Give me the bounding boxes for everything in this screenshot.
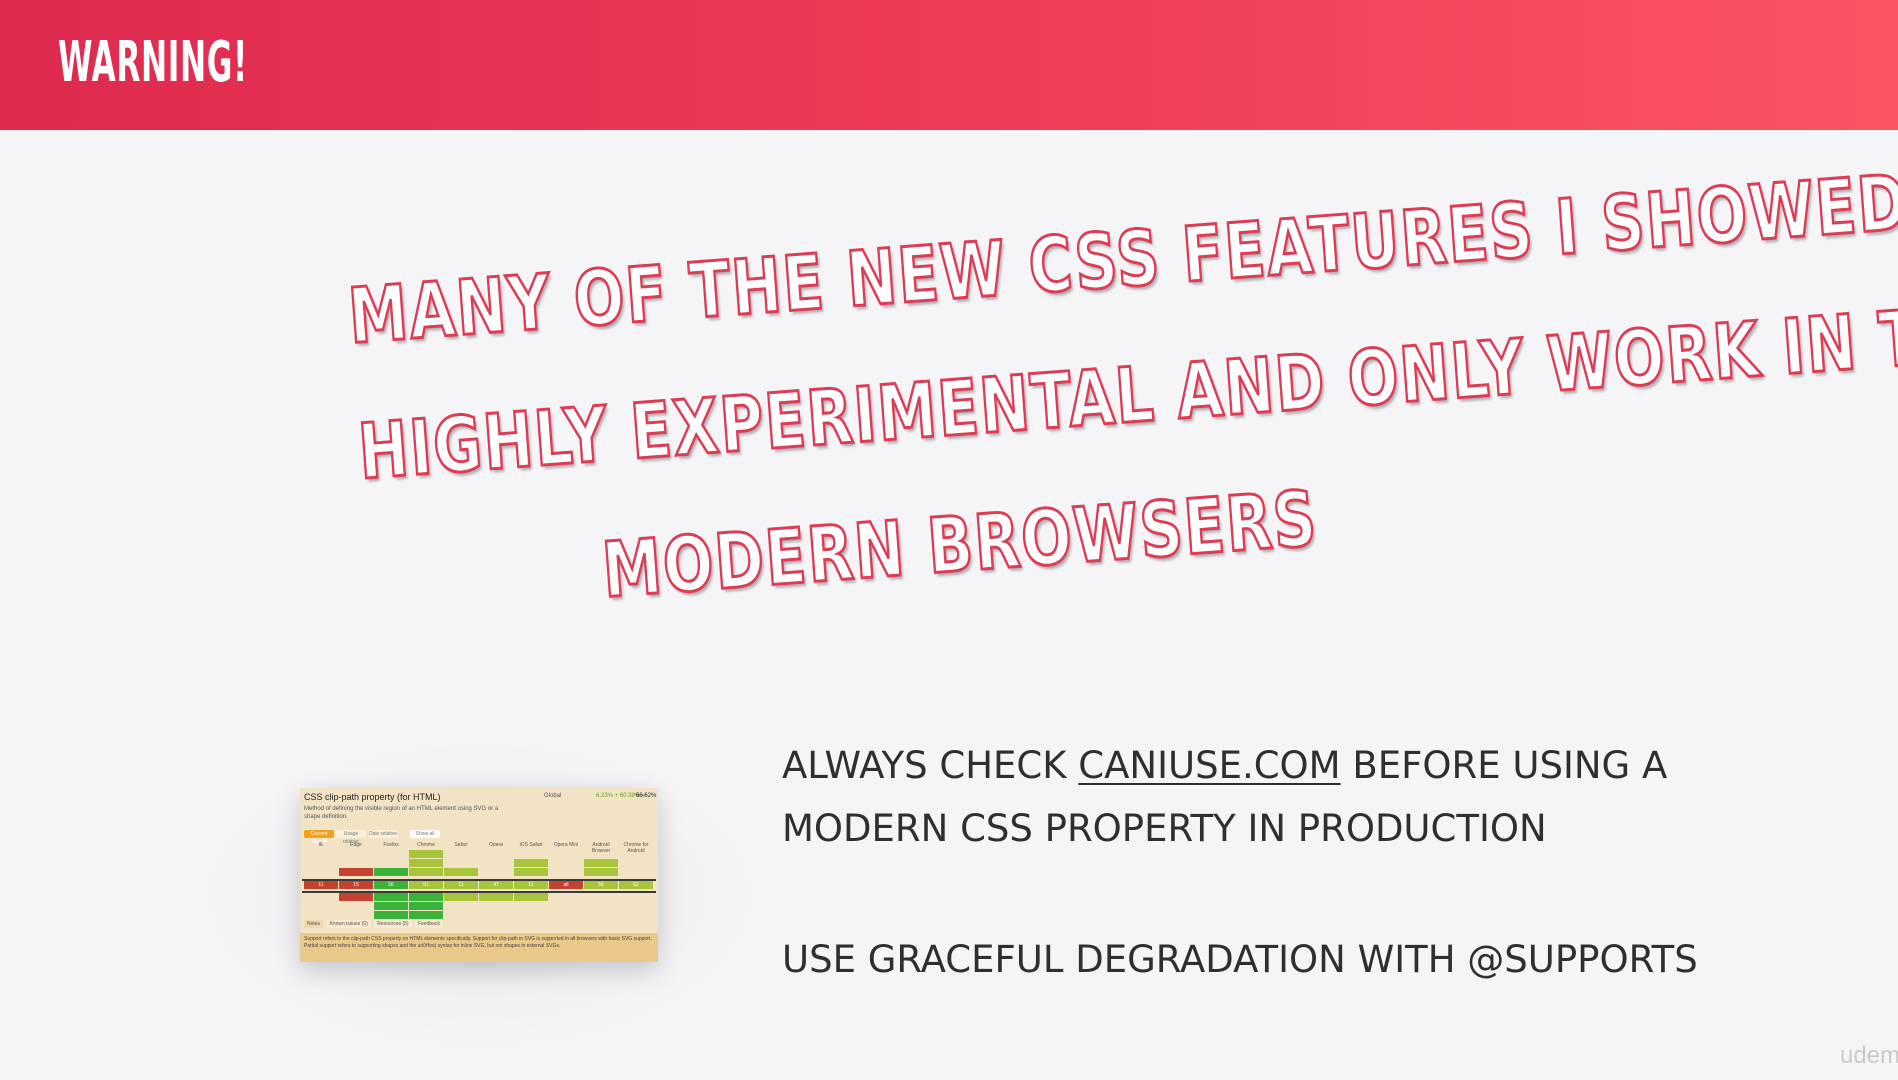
- caniuse-screenshot: CSS clip-path property (for HTML) Method…: [300, 788, 658, 962]
- thumbnail-tab-current: Current aligned: [304, 830, 334, 845]
- support-cell: [584, 868, 618, 876]
- browser-opera: Opera: [489, 842, 503, 848]
- warning-headline: MANY OF THE NEW CSS FEATURES I SHOWED YO…: [177, 132, 1898, 668]
- support-cell: [409, 850, 443, 858]
- supports-tip: USE GRACEFUL DEGRADATION WITH @SUPPORTS: [782, 938, 1698, 981]
- caniuse-tip-line-2: MODERN CSS PROPERTY IN PRODUCTION: [782, 807, 1547, 850]
- support-cell-current: 61: [409, 881, 443, 889]
- support-cell: [409, 911, 443, 919]
- thumbnail-browser-header: IE Edge Firefox Chrome Safari Opera iOS …: [304, 840, 654, 854]
- thumbnail-notes: Support refers to the clip-path CSS prop…: [300, 933, 658, 962]
- browser-ie: IE: [318, 842, 324, 848]
- browser-chrome-android: Chrome for Android: [623, 842, 649, 854]
- support-cell: [409, 893, 443, 901]
- thumbnail-description: Method of defining the visible region of…: [304, 806, 499, 820]
- subtab-resources: Resources (5): [374, 920, 412, 928]
- browser-firefox: Firefox: [383, 842, 399, 848]
- support-cell: [374, 902, 408, 910]
- support-cell-current: 11: [444, 881, 478, 889]
- browser-edge: Edge: [350, 842, 362, 848]
- support-cell: [374, 893, 408, 901]
- browser-android: Android Browser: [591, 842, 611, 854]
- browser-safari: Safari: [454, 842, 468, 848]
- page-title: WARNING!: [58, 30, 248, 95]
- caniuse-tip-line-1: ALWAYS CHECK CANIUSE.COM BEFORE USING A: [782, 744, 1667, 787]
- thumbnail-title: CSS clip-path property (for HTML): [304, 792, 441, 802]
- browser-ios-safari: iOS Safari: [519, 842, 543, 848]
- thumbnail-tab-usage: Usage relative: [336, 830, 366, 845]
- support-cell-current: 62: [619, 881, 653, 889]
- thumbnail-subtabs: Notes Known issues (0) Resources (5) Fee…: [304, 920, 445, 928]
- support-cell-current: 56: [374, 881, 408, 889]
- thumbnail-tab-show-all: Show all: [410, 830, 440, 838]
- support-cell-current: 56: [584, 881, 618, 889]
- support-cell: [339, 893, 373, 901]
- support-cell: [374, 868, 408, 876]
- udemy-watermark: udem: [1840, 1042, 1898, 1069]
- caniuse-link[interactable]: CANIUSE.COM: [1078, 744, 1340, 787]
- support-cell: [409, 868, 443, 876]
- thumbnail-note-1: Support refers to the clip-path CSS prop…: [304, 936, 652, 942]
- support-cell: [514, 893, 548, 901]
- tip-suffix: BEFORE USING A: [1340, 744, 1668, 787]
- subtab-feedback: Feedback: [415, 920, 443, 928]
- support-cell-current: all: [549, 881, 583, 889]
- support-cell-current: 11: [514, 881, 548, 889]
- subtab-notes: Notes: [304, 920, 324, 928]
- support-cell: [479, 893, 513, 901]
- support-cell: [514, 868, 548, 876]
- thumbnail-note-2: Partial support refers to supporting sha…: [304, 943, 561, 949]
- support-cell: [409, 859, 443, 867]
- thumbnail-usage-total: 66.62%: [636, 793, 657, 799]
- support-cell: [374, 911, 408, 919]
- support-cell: [339, 868, 373, 876]
- support-cell-current: 15: [339, 881, 373, 889]
- support-cell-current: 11: [304, 881, 338, 889]
- browser-opera-mini: Opera Mini: [553, 842, 579, 848]
- support-cell: [444, 868, 478, 876]
- thumbnail-global-label: Global: [544, 793, 562, 799]
- support-cell: [584, 859, 618, 867]
- support-cell: [514, 859, 548, 867]
- support-cell: [444, 893, 478, 901]
- header-bar: WARNING!: [0, 0, 1898, 130]
- tip-prefix: ALWAYS CHECK: [782, 744, 1079, 787]
- support-cell: [409, 902, 443, 910]
- support-cell-current: 47: [479, 881, 513, 889]
- subtab-known-issues: Known issues (0): [326, 920, 371, 928]
- thumbnail-tab-date: Date relative: [368, 830, 398, 838]
- browser-chrome: Chrome: [417, 842, 435, 848]
